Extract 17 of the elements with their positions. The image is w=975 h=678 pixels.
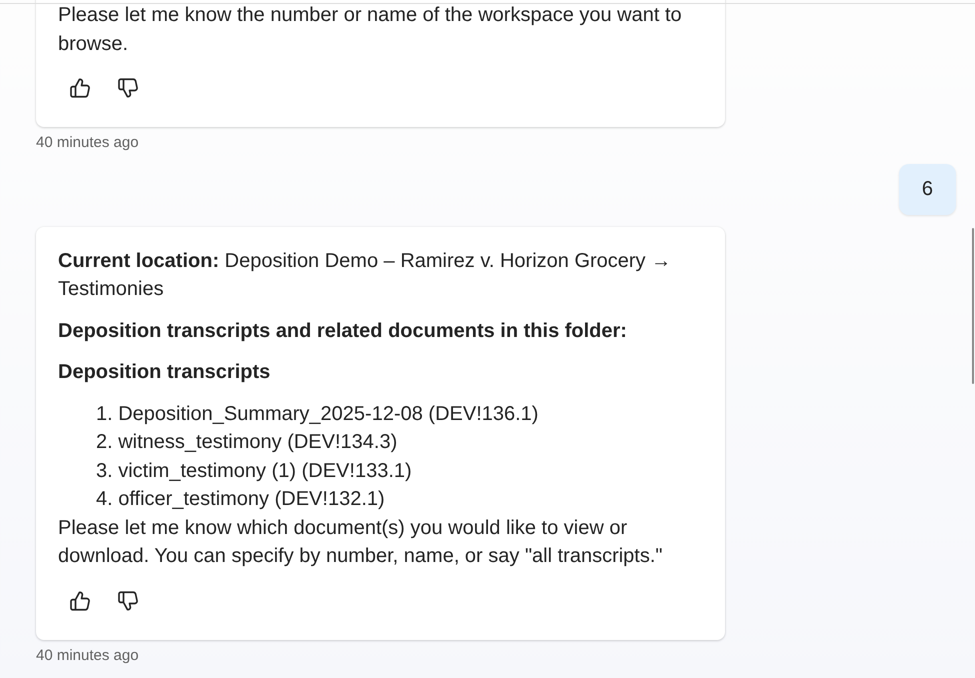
thumbs-up-icon — [70, 78, 90, 98]
section-heading: Deposition transcripts — [58, 360, 272, 385]
message-text: Current location: Deposition Demo – Ramirez v. Horizon Grocery → Testimonies — [58, 248, 672, 302]
thumbs-up-icon — [70, 590, 90, 610]
section-heading: Deposition transcripts and related documents in this folder: — [58, 318, 628, 344]
thumbs-down-icon — [118, 78, 138, 98]
message-text: Please let me know which document(s) you would like to view or download. You can specify by number, name, or say "all transcripts." — [58, 516, 664, 569]
timestamp: 40 minutes ago — [36, 646, 139, 666]
scrollbar-thumb[interactable] — [972, 228, 974, 384]
list-item: 3. victim_testimony (1) (DEV!133.1) — [96, 458, 413, 484]
timestamp: 40 minutes ago — [36, 133, 139, 153]
thumbs-down-icon — [118, 590, 138, 610]
list-item: 4. officer_testimony (DEV!132.1) — [96, 487, 386, 512]
list-item: 1. Deposition_Summary_2025-12-08 (DEV!136.1) — [96, 402, 540, 426]
list-item: 2. witness_testimony (DEV!134.3) — [96, 430, 398, 455]
message-text: Please let me know the number or name of the workspace you want to browse. — [58, 3, 683, 56]
user-message: 6 — [898, 164, 956, 214]
